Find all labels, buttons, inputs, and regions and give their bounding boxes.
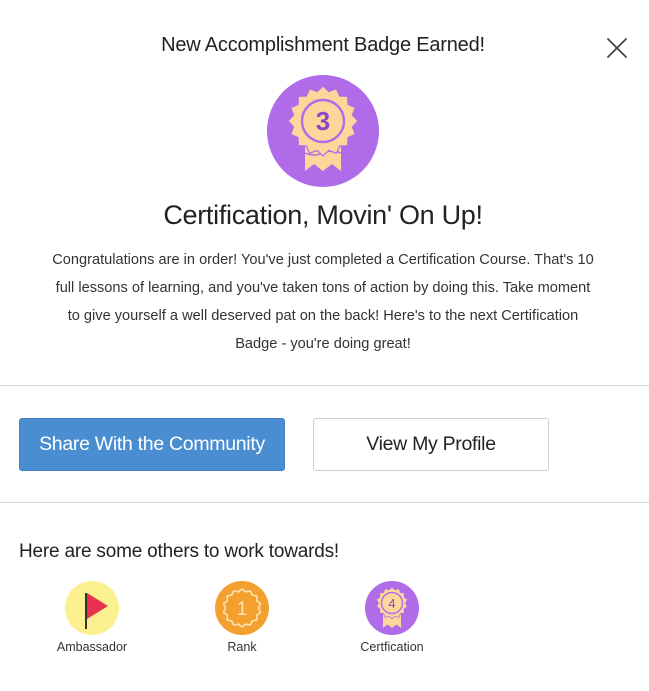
next-badge-rank: 1 Rank: [182, 580, 302, 654]
next-badges-heading: Here are some others to work towards!: [19, 541, 339, 562]
share-button[interactable]: Share With the Community: [19, 418, 285, 471]
badge-level-number: 3: [316, 106, 330, 136]
close-button[interactable]: [605, 36, 629, 60]
close-icon: [607, 38, 627, 58]
next-badge-certification: 4 Certfication: [332, 580, 452, 654]
badge-description: Congratulations are in order! You've jus…: [52, 252, 594, 352]
next-badge-label: Ambassador: [56, 640, 128, 654]
badge-title: Certification, Movin' On Up!: [163, 200, 483, 230]
modal-title: New Accomplishment Badge Earned!: [161, 34, 485, 56]
ribbon-badge-icon: 4: [365, 581, 419, 635]
ribbon-badge-icon: 3: [267, 75, 379, 187]
badge-earned-modal: New Accomplishment Badge Earned! 3 Certi…: [0, 0, 649, 691]
rank-number: 1: [237, 599, 248, 620]
earned-badge: 3: [267, 75, 379, 187]
next-badge-ambassador: Ambassador: [32, 580, 152, 654]
flag-icon: [65, 581, 119, 635]
next-badge-label: Certfication: [360, 640, 424, 654]
next-badge-label: Rank: [227, 640, 257, 654]
divider: [0, 502, 649, 503]
cert-number: 4: [388, 596, 395, 611]
rank-seal-icon: 1: [215, 581, 269, 635]
view-profile-button[interactable]: View My Profile: [313, 418, 549, 471]
divider: [0, 385, 649, 386]
